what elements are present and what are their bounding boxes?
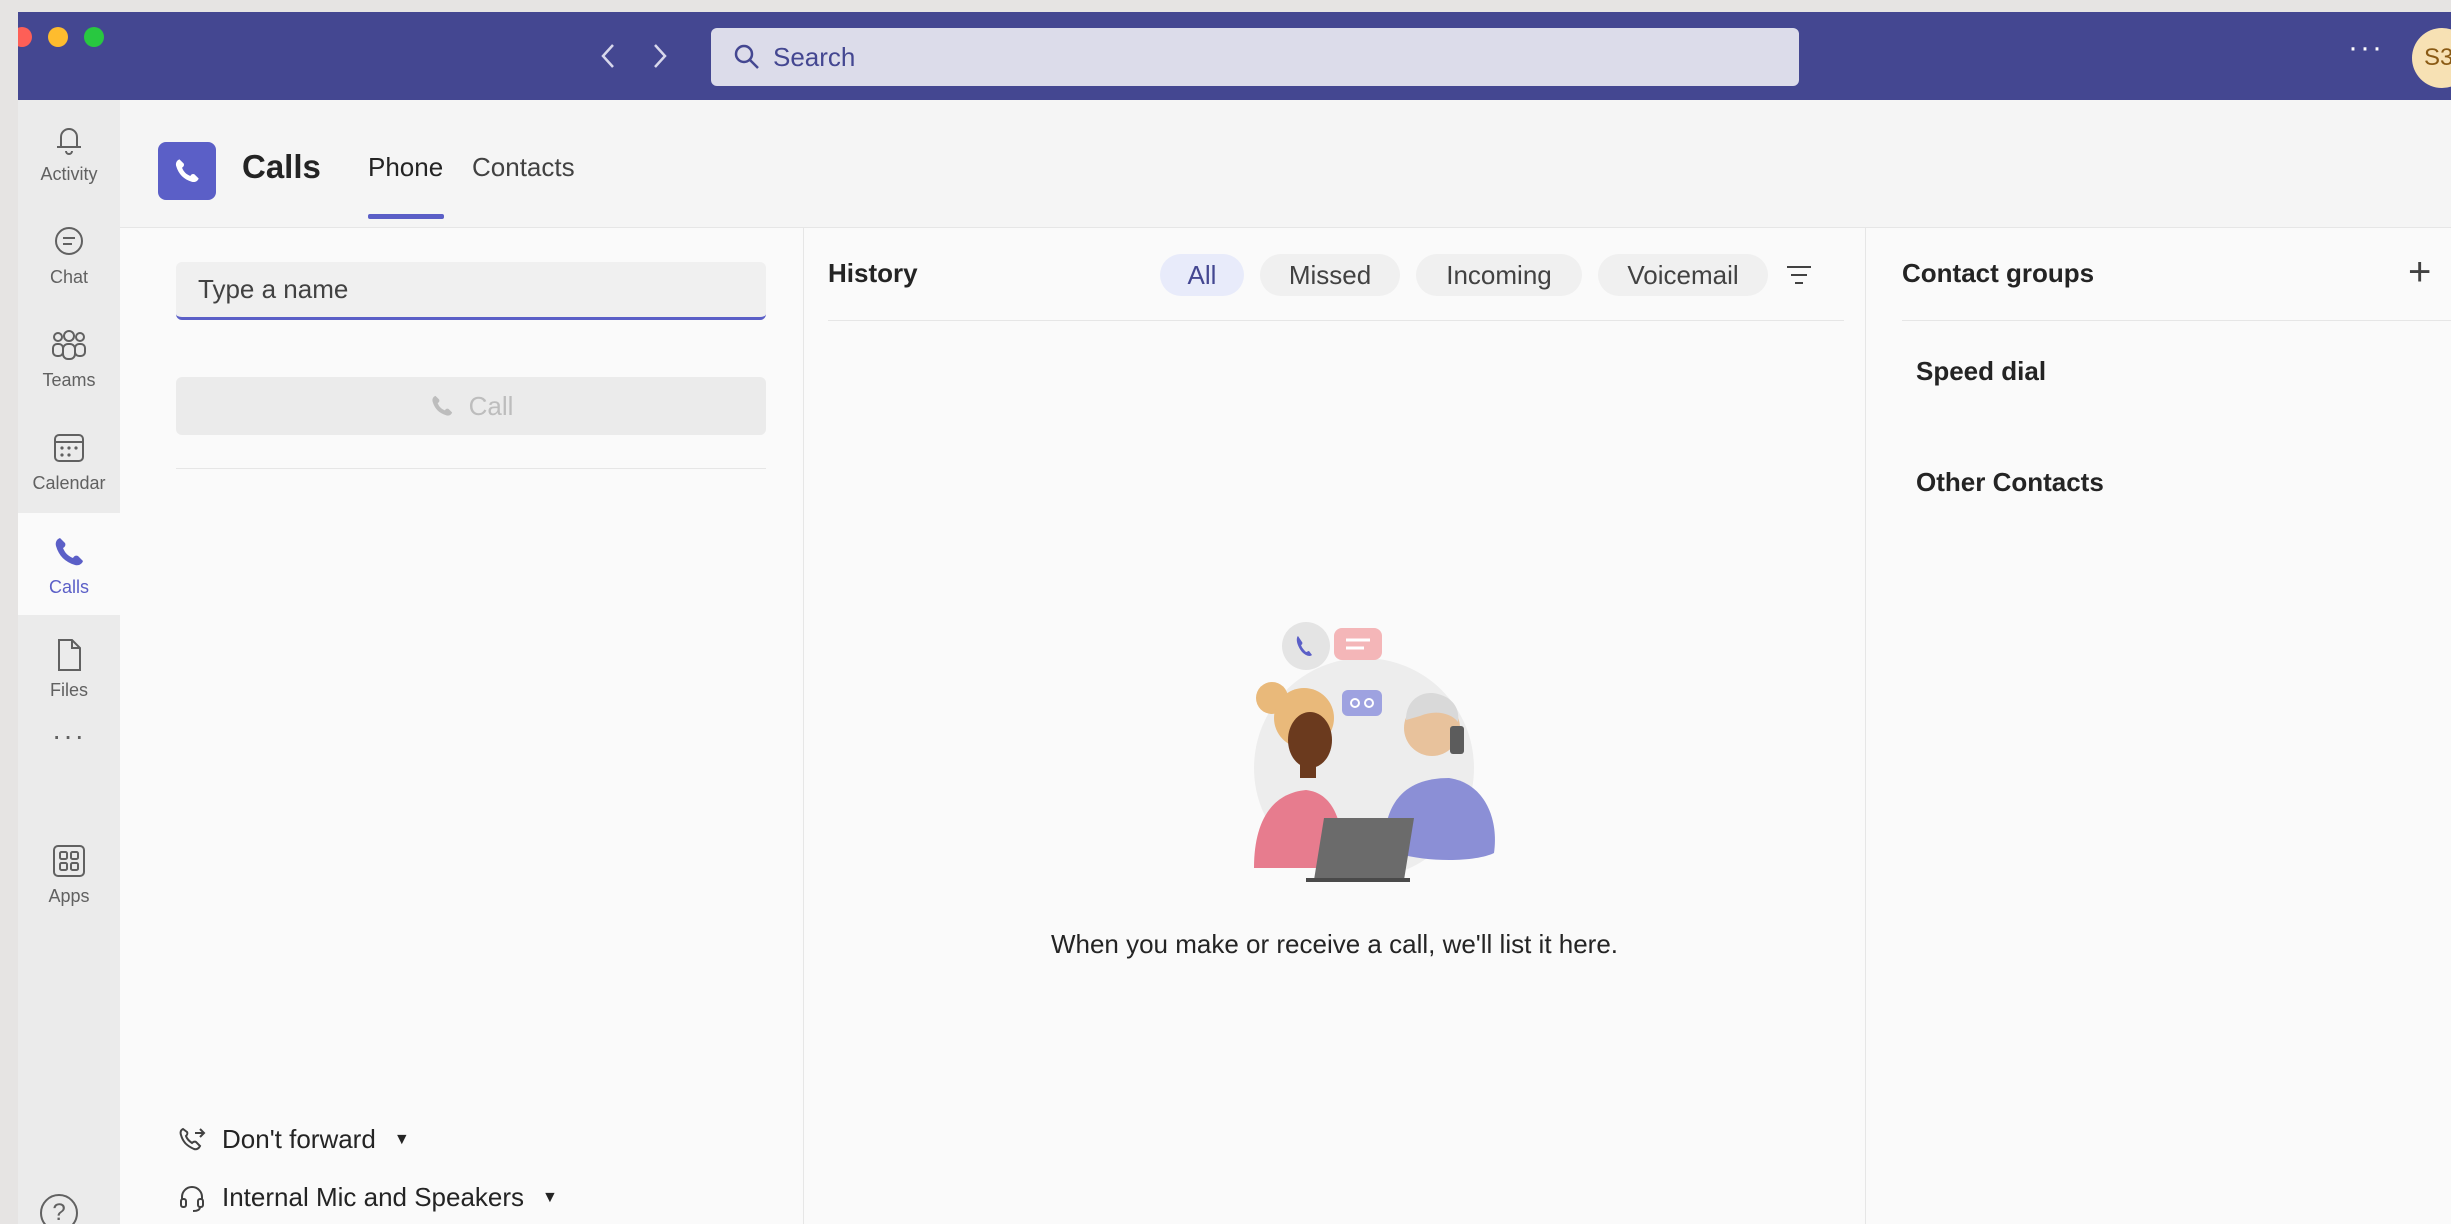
rail-item-label: Chat [49,266,89,287]
search-placeholder: Search [773,41,856,72]
more-options-icon[interactable]: ··· [2346,33,2386,70]
rail-item-apps[interactable]: Apps [18,822,120,924]
page-title: Calls [242,148,321,185]
rail-item-label: Activity [40,163,98,184]
empty-state-illustration [1254,622,1495,882]
avatar[interactable]: S3 [2412,28,2451,88]
divider [176,468,766,469]
rail-item-teams[interactable]: Teams [18,306,120,408]
divider [1902,320,2451,321]
phone-icon [429,393,455,419]
call-forwarding-dropdown[interactable]: Don't forward ▼ [176,1124,410,1155]
close-window-button[interactable] [18,27,32,47]
rail-item-label: Apps [48,885,90,906]
file-icon [51,634,87,676]
filter-all[interactable]: All [1160,254,1244,296]
active-tab-indicator [368,214,444,219]
teams-window: Search ··· S3 Activity Chat Teams Calend… [18,12,2451,1224]
contact-groups-title: Contact groups [1902,258,2095,288]
phone-icon [51,531,87,573]
teams-icon [50,324,88,366]
dialer-pane: Call Don't forward ▼ Internal Mic and Sp… [120,228,804,1224]
add-group-icon[interactable]: + [2408,250,2431,295]
filter-incoming[interactable]: Incoming [1416,254,1582,296]
more-apps-icon[interactable]: ··· [18,696,120,776]
filter-voicemail[interactable]: Voicemail [1598,254,1768,296]
apps-icon [51,840,87,882]
rail-item-chat[interactable]: Chat [18,203,120,305]
divider [828,320,1844,321]
history-pane: History All Missed Incoming Voicemail Wh… [804,228,1866,1224]
calendar-icon [51,427,87,469]
empty-state-message: When you make or receive a call, we'll l… [1050,929,1619,959]
chat-icon [51,221,87,263]
chevron-down-icon: ▼ [393,1130,410,1148]
search-icon [721,43,773,71]
call-button[interactable]: Call [176,377,766,435]
search-input[interactable]: Search [711,28,1799,86]
history-title: History [828,258,918,288]
group-speed-dial[interactable]: Speed dial [1916,356,2046,387]
maximize-window-button[interactable] [84,27,104,47]
rail-item-activity[interactable]: Activity [18,100,120,202]
name-input[interactable] [176,262,766,320]
calls-app-icon [158,142,216,200]
chevron-down-icon: ▼ [542,1188,558,1206]
group-other-contacts[interactable]: Other Contacts [1916,467,2104,498]
headset-icon [176,1183,208,1213]
rail-item-calls[interactable]: Calls [18,513,120,615]
tab-contacts[interactable]: Contacts [472,152,575,183]
title-bar: Search ··· S3 [18,12,2451,100]
app-rail: Activity Chat Teams Calendar Calls Files… [18,100,120,1224]
calls-header: Calls Phone Contacts [120,100,2451,228]
rail-item-calendar[interactable]: Calendar [18,409,120,511]
audio-device-dropdown[interactable]: Internal Mic and Speakers ▼ [176,1182,558,1213]
tab-phone[interactable]: Phone [368,152,443,183]
rail-item-label: Teams [42,369,96,390]
back-arrow-icon[interactable] [590,38,626,74]
device-label: Internal Mic and Speakers [222,1182,525,1212]
contact-groups-pane: Contact groups + Speed dial Other Contac… [1866,228,2451,1224]
forward-label: Don't forward [222,1124,376,1154]
rail-item-label: Calls [48,576,89,597]
minimize-window-button[interactable] [48,27,68,47]
forward-arrow-icon[interactable] [642,38,678,74]
bell-icon [51,118,87,160]
filter-missed[interactable]: Missed [1260,254,1400,296]
call-button-label: Call [468,390,514,421]
help-icon[interactable]: ? [40,1194,78,1224]
filter-icon[interactable] [1782,260,1816,290]
call-forward-icon [176,1125,208,1155]
rail-item-label: Calendar [32,472,106,493]
